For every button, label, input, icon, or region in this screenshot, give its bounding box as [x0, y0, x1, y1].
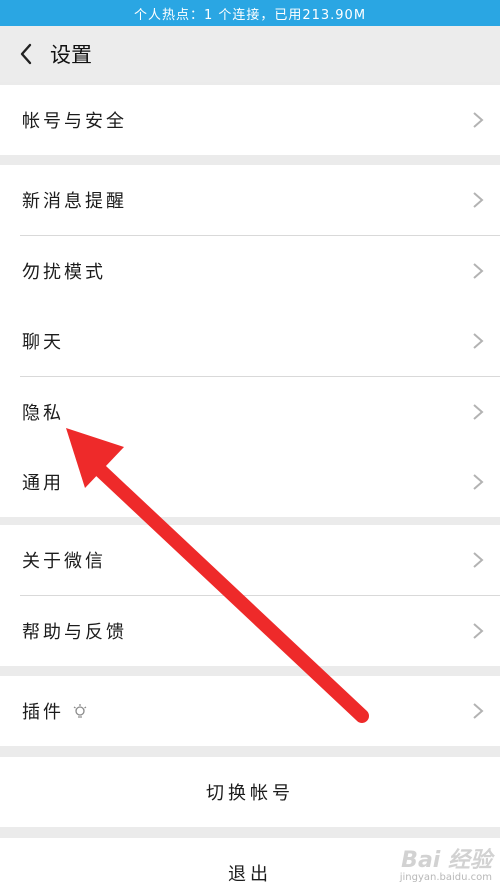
settings-item-label: 聊天 [22, 332, 64, 353]
settings-item-label: 隐私 [22, 403, 64, 424]
settings-item-account-security[interactable]: 帐号与安全 [0, 85, 500, 155]
settings-item-label: 插件 [22, 702, 64, 723]
settings-item-label: 帮助与反馈 [22, 622, 127, 643]
settings-item-general[interactable]: 通用 [0, 447, 500, 517]
header: 设置 [0, 26, 500, 82]
chevron-right-icon [473, 192, 484, 208]
chevron-right-icon [473, 112, 484, 128]
settings-item-do-not-disturb[interactable]: 勿扰模式 [0, 236, 500, 306]
settings-item-privacy[interactable]: 隐私 [0, 377, 500, 447]
switch-account-button[interactable]: 切换帐号 [0, 757, 500, 827]
chevron-right-icon [473, 552, 484, 568]
chevron-right-icon [473, 474, 484, 490]
logout-label: 退出 [228, 864, 272, 885]
watermark-site: jingyan.baidu.com [399, 872, 492, 883]
chevron-left-icon [20, 43, 32, 65]
settings-item-label: 关于微信 [22, 551, 106, 572]
chevron-right-icon [473, 263, 484, 279]
status-bar: 个人热点：1 个连接，已用213.90M [0, 0, 500, 26]
chevron-right-icon [473, 333, 484, 349]
settings-item-chat[interactable]: 聊天 [0, 306, 500, 376]
switch-account-label: 切换帐号 [206, 783, 294, 804]
chevron-right-icon [473, 703, 484, 719]
settings-item-about-wechat[interactable]: 关于微信 [0, 525, 500, 595]
page-title: 设置 [50, 43, 92, 67]
settings-item-plugins[interactable]: 插件 [0, 676, 500, 746]
chevron-right-icon [473, 623, 484, 639]
status-text: 个人热点：1 个连接，已用213.90M [133, 7, 367, 23]
settings-item-label: 勿扰模式 [22, 262, 106, 283]
watermark-brand: Bai 经验 [401, 848, 492, 873]
settings-item-notifications[interactable]: 新消息提醒 [0, 165, 500, 235]
settings-item-help-feedback[interactable]: 帮助与反馈 [0, 596, 500, 666]
settings-group-general: 新消息提醒 勿扰模式 聊天 隐私 通用 [0, 165, 500, 517]
back-button[interactable] [4, 26, 48, 82]
chevron-right-icon [473, 404, 484, 420]
settings-group-account: 帐号与安全 [0, 85, 500, 155]
settings-item-label: 帐号与安全 [22, 111, 127, 132]
bulb-icon [73, 704, 87, 718]
switch-account-group: 切换帐号 [0, 757, 500, 827]
settings-group-plugins: 插件 [0, 676, 500, 746]
settings-item-label: 新消息提醒 [22, 191, 127, 212]
settings-group-about: 关于微信 帮助与反馈 [0, 525, 500, 666]
settings-item-label: 通用 [22, 473, 64, 494]
watermark: Bai 经验 jingyan.baidu.com [400, 842, 492, 883]
